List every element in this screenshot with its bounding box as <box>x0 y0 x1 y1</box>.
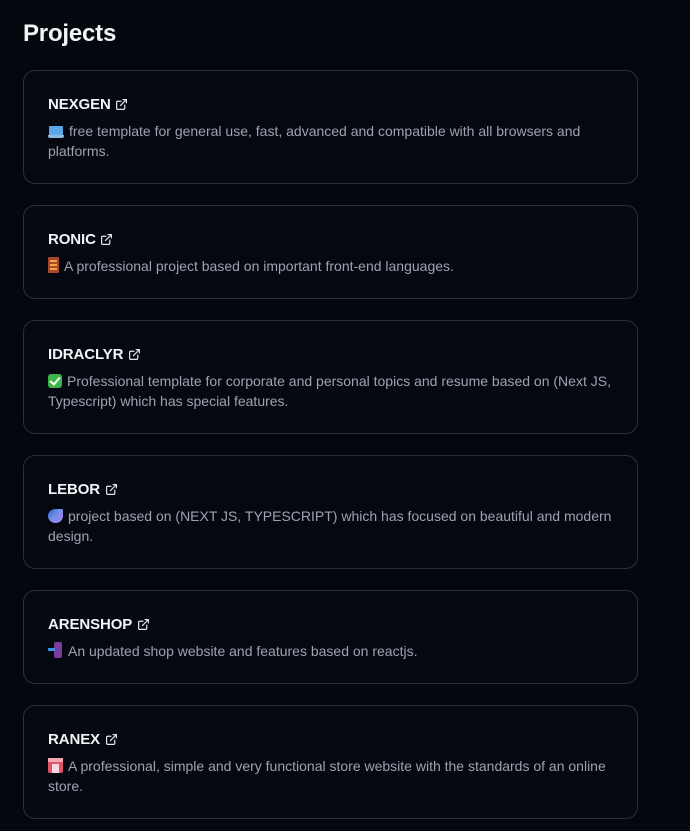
project-name[interactable]: LEBOR <box>48 481 100 498</box>
project-name[interactable]: IDRACLYR <box>48 346 123 363</box>
project-description-text: An updated shop website and features bas… <box>68 643 418 659</box>
external-link-icon[interactable] <box>115 97 129 111</box>
project-header: LEBOR <box>48 479 613 499</box>
project-list: NEXGEN free template for general use, fa… <box>23 70 638 819</box>
project-name[interactable]: RONIC <box>48 231 96 248</box>
department-store-icon <box>48 758 63 773</box>
project-card-ronic[interactable]: RONIC A professional project based on im… <box>23 205 638 299</box>
project-card-arenshop[interactable]: ARENSHOP An updated shop website and fea… <box>23 590 638 684</box>
check-mark-icon <box>48 374 62 388</box>
external-link-icon[interactable] <box>104 732 118 746</box>
project-card-nexgen[interactable]: NEXGEN free template for general use, fa… <box>23 70 638 184</box>
project-header: ARENSHOP <box>48 614 613 634</box>
project-card-idraclyr[interactable]: IDRACLYR Professional template for corpo… <box>23 320 638 434</box>
external-link-icon[interactable] <box>127 347 141 361</box>
project-description: free template for general use, fast, adv… <box>48 121 613 161</box>
project-header: IDRACLYR <box>48 344 613 364</box>
project-description: Professional template for corporate and … <box>48 371 613 411</box>
section-title: Projects <box>23 20 117 47</box>
abacus-icon <box>48 257 59 273</box>
external-link-icon[interactable] <box>136 617 150 631</box>
project-name[interactable]: NEXGEN <box>48 96 111 113</box>
external-link-icon[interactable] <box>104 482 118 496</box>
project-header: NEXGEN <box>48 94 613 114</box>
project-description-text: A professional, simple and very function… <box>48 758 606 794</box>
project-name[interactable]: ARENSHOP <box>48 616 132 633</box>
project-header: RANEX <box>48 729 613 749</box>
project-card-lebor[interactable]: LEBOR project based on (NEXT JS, TYPESCR… <box>23 455 638 569</box>
comet-icon <box>48 509 63 523</box>
project-header: RONIC <box>48 229 613 249</box>
project-description-text: free template for general use, fast, adv… <box>48 123 581 159</box>
external-link-icon[interactable] <box>100 232 114 246</box>
project-description: project based on (NEXT JS, TYPESCRIPT) w… <box>48 506 613 546</box>
project-description-text: A professional project based on importan… <box>64 258 454 274</box>
laptop-icon <box>48 126 64 138</box>
project-description-text: Professional template for corporate and … <box>48 373 611 409</box>
project-description: An updated shop website and features bas… <box>48 641 613 661</box>
project-card-ranex[interactable]: RANEX A professional, simple and very fu… <box>23 705 638 819</box>
project-description-text: project based on (NEXT JS, TYPESCRIPT) w… <box>48 508 612 544</box>
project-description: A professional, simple and very function… <box>48 756 613 796</box>
mobile-arrow-icon <box>48 642 63 658</box>
project-description: A professional project based on importan… <box>48 256 613 276</box>
project-name[interactable]: RANEX <box>48 731 100 748</box>
